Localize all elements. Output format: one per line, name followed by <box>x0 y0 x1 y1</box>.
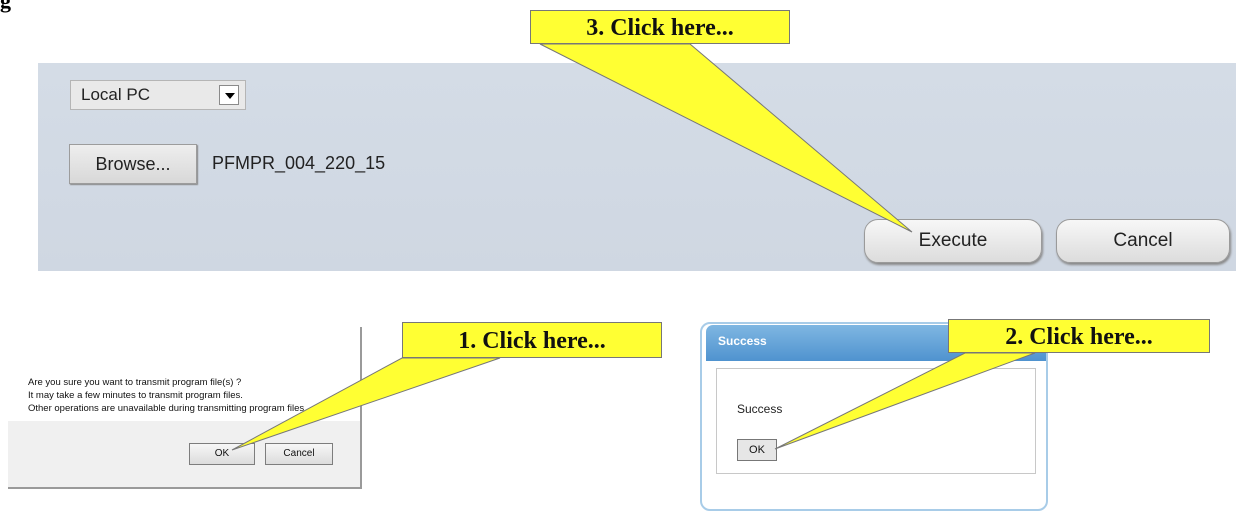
callout-pointer-step2 <box>774 352 1036 450</box>
callout-pointer-step3 <box>539 43 913 233</box>
callout-pointers <box>231 43 1036 451</box>
callout-pointer-step1 <box>231 357 501 451</box>
callout-step2: 2. Click here... <box>948 319 1210 353</box>
callout-step1: 1. Click here... <box>402 322 662 358</box>
callout-step3: 3. Click here... <box>530 10 790 44</box>
